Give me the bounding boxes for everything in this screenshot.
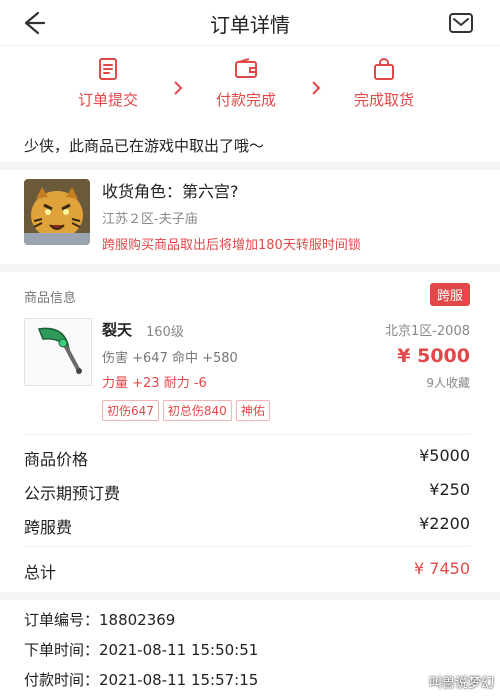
chevron-right-icon — [312, 81, 321, 95]
bag-icon — [374, 58, 394, 80]
message-icon[interactable] — [448, 11, 474, 35]
product-tag: 初总伤840 — [162, 400, 232, 421]
scythe-weapon-icon — [37, 327, 82, 374]
tiger-avatar-icon — [24, 179, 90, 245]
step-pickup-completed: 完成取货 — [324, 55, 444, 110]
divider — [24, 434, 470, 435]
order-number: 订单编号：18802369 — [24, 611, 176, 629]
total-value: ¥ 7450 — [414, 559, 470, 578]
product-image[interactable] — [24, 318, 92, 386]
fee-label: 商品价格 — [24, 450, 89, 469]
product-server: 北京1区-2008 — [384, 324, 470, 339]
chevron-right-icon — [174, 81, 183, 95]
product-tag: 神佑 — [235, 400, 270, 421]
product-section-title: 商品信息 — [24, 291, 77, 306]
order-submit-icon — [99, 58, 117, 80]
step-order-submitted: 订单提交 — [48, 55, 168, 110]
step-payment-completed: 付款完成 — [186, 55, 306, 110]
order-progress-steps: 订单提交 付款完成 完成取货 — [0, 55, 500, 123]
role-avatar — [24, 179, 90, 245]
fee-value: ¥2200 — [419, 514, 470, 533]
receiver-role-server: 江苏２区-夫子庙 — [102, 212, 198, 227]
step-label: 完成取货 — [353, 91, 414, 109]
product-bonus-stats: 力量 +23 耐力 -6 — [102, 376, 207, 391]
receiver-role-name: 收货角色：第六宫? — [102, 182, 239, 201]
pickup-notice: 少侠，此商品已在游戏中取出了哦～ — [24, 137, 265, 155]
fee-value: ¥5000 — [419, 446, 470, 465]
cross-server-badge: 跨服 — [429, 283, 470, 306]
order-created-time: 下单时间：2021-08-11 15:50:51 — [24, 641, 259, 659]
product-tag: 初伤647 — [102, 400, 159, 421]
product-favorites: 9人收藏 — [426, 376, 470, 390]
top-bar: 订单详情 — [0, 0, 500, 46]
fee-label: 公示期预订费 — [24, 484, 121, 503]
product-name: 裂天 — [102, 321, 133, 339]
order-paid-time: 付款时间：2021-08-11 15:57:15 — [24, 671, 259, 689]
wallet-icon — [235, 58, 257, 78]
product-level: 160级 — [146, 325, 184, 340]
fee-row-preorder: 公示期预订费 ¥250 — [24, 480, 470, 504]
fee-row-cross-server: 跨服费 ¥2200 — [24, 514, 470, 538]
section-separator — [0, 264, 500, 272]
product-stats: 伤害 +647 命中 +580 — [102, 351, 238, 366]
total-label: 总计 — [24, 563, 57, 582]
fee-row-price: 商品价格 ¥5000 — [24, 446, 470, 470]
section-separator — [0, 592, 500, 600]
product-price: ¥ 5000 — [397, 345, 470, 367]
watermark: 叫兽说梦幻 — [428, 676, 494, 691]
page-title: 订单详情 — [210, 13, 290, 37]
fee-row-total: 总计 ¥ 7450 — [24, 559, 470, 583]
step-label: 订单提交 — [77, 91, 138, 109]
section-separator — [0, 162, 500, 170]
product-tags: 初伤647 初总伤840 神佑 — [102, 400, 274, 421]
divider — [24, 546, 470, 547]
fee-value: ¥250 — [429, 480, 470, 499]
fee-label: 跨服费 — [24, 518, 73, 537]
cross-server-warning: 跨服购买商品取出后将增加180天转服时间锁 — [102, 238, 361, 253]
step-label: 付款完成 — [215, 91, 276, 109]
